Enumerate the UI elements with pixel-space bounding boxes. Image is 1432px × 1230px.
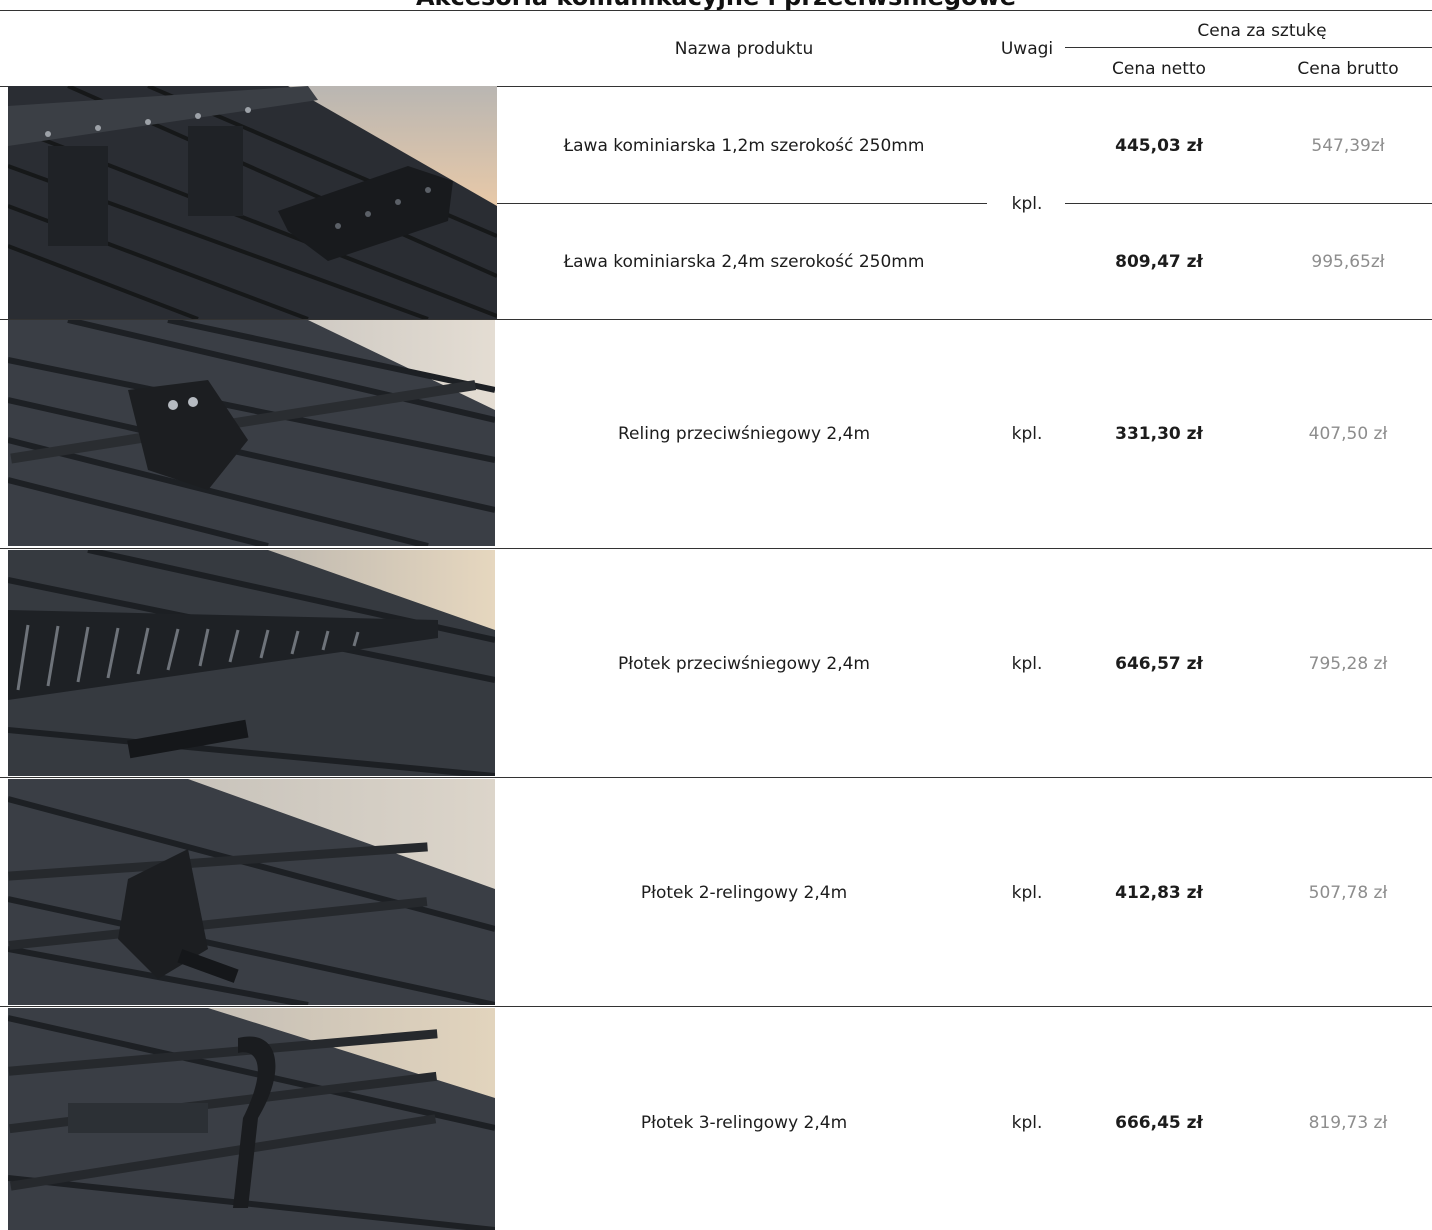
product-name: Reling przeciwśniegowy 2,4m — [617, 424, 871, 444]
header-net-price: Cena netto — [1112, 59, 1206, 79]
unit: kpl. — [1011, 424, 1043, 444]
net-price: 646,57 zł — [1115, 654, 1203, 674]
chimney-bench-photo — [8, 86, 497, 319]
product-name: Ława kominiarska 2,4m szerokość 250mm — [563, 252, 925, 272]
net-price: 809,47 zł — [1115, 252, 1203, 272]
product-name: Płotek 3-relingowy 2,4m — [640, 1113, 848, 1133]
header-remarks: Uwagi — [1000, 39, 1054, 59]
header-product-name: Nazwa produktu — [674, 39, 814, 59]
net-price: 331,30 zł — [1115, 424, 1203, 444]
net-price: 666,45 zł — [1115, 1113, 1203, 1133]
snow-rail-photo — [8, 320, 495, 546]
unit: kpl. — [1011, 1113, 1043, 1133]
gross-price: 795,28 zł — [1308, 654, 1388, 674]
gross-price: 819,73 zł — [1308, 1113, 1388, 1133]
row-divider — [0, 548, 1432, 549]
header-split-line — [1065, 47, 1432, 48]
header-gross-price: Cena brutto — [1297, 59, 1399, 79]
two-rail-fence-photo — [8, 779, 495, 1005]
gross-price: 995,65zł — [1311, 252, 1385, 272]
net-price: 412,83 zł — [1115, 883, 1203, 903]
header-price-per-piece: Cena za sztukę — [1197, 21, 1327, 41]
product-name: Płotek przeciwśniegowy 2,4m — [618, 654, 870, 674]
net-price: 445,03 zł — [1115, 136, 1203, 156]
row-divider — [0, 1006, 1432, 1007]
unit: kpl. — [1011, 654, 1043, 674]
three-rail-fence-photo — [8, 1008, 495, 1230]
product-name: Ława kominiarska 1,2m szerokość 250mm — [563, 136, 925, 156]
unit: kpl. — [1011, 194, 1043, 214]
gross-price: 547,39zł — [1311, 136, 1385, 156]
unit: kpl. — [1011, 883, 1043, 903]
gross-price: 407,50 zł — [1308, 424, 1388, 444]
row-divider — [497, 203, 987, 204]
product-name: Płotek 2-relingowy 2,4m — [640, 883, 848, 903]
row-divider — [0, 777, 1432, 778]
snow-fence-photo — [8, 550, 495, 776]
gross-price: 507,78 zł — [1308, 883, 1388, 903]
header-top-line — [0, 10, 1432, 11]
row-divider — [1065, 203, 1432, 204]
